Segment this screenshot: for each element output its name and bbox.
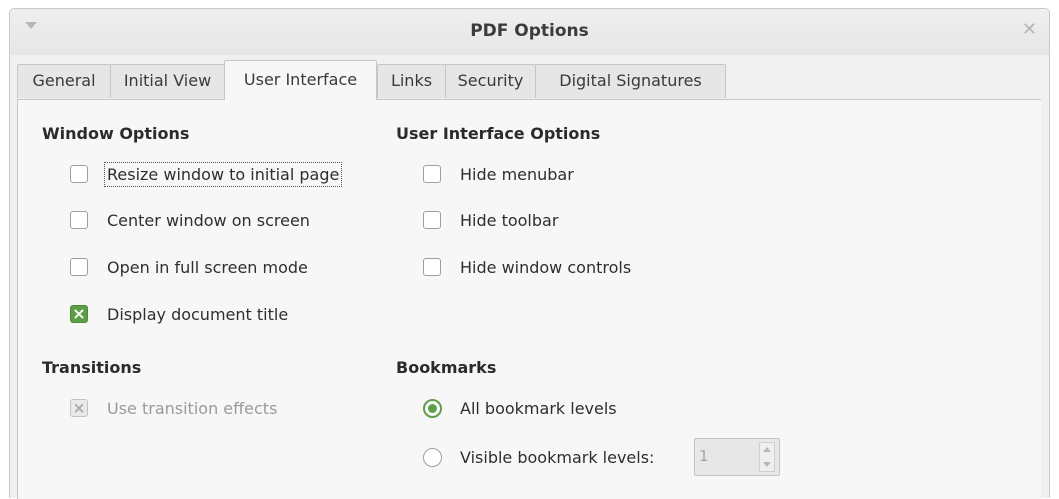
resize-window-checkbox[interactable]: [70, 165, 88, 183]
transition-effects-label: Use transition effects: [107, 399, 278, 418]
ui-options-heading: User Interface Options: [396, 124, 601, 143]
center-window-checkbox[interactable]: [70, 211, 88, 229]
title-bar[interactable]: PDF Options ✕: [10, 9, 1049, 55]
close-icon[interactable]: ✕: [1022, 19, 1037, 41]
hide-menubar-checkbox[interactable]: [423, 165, 441, 183]
user-interface-panel: [17, 99, 1041, 499]
tab-general[interactable]: General: [17, 64, 111, 98]
full-screen-checkbox[interactable]: [70, 258, 88, 276]
tab-initial-view[interactable]: Initial View: [110, 64, 225, 98]
transitions-heading: Transitions: [42, 358, 142, 377]
transition-effects-checkbox: [70, 397, 88, 419]
hide-menubar-label[interactable]: Hide menubar: [460, 163, 574, 187]
display-title-label[interactable]: Display document title: [107, 303, 288, 327]
tab-security[interactable]: Security: [445, 64, 536, 98]
window-options-heading: Window Options: [42, 124, 190, 143]
resize-window-label[interactable]: Resize window to initial page: [103, 162, 343, 187]
hide-toolbar-checkbox[interactable]: [423, 211, 441, 229]
hide-toolbar-label[interactable]: Hide toolbar: [460, 209, 558, 233]
all-bookmark-levels-radio[interactable]: [423, 399, 442, 418]
display-title-checkbox[interactable]: [70, 303, 88, 325]
tab-links[interactable]: Links: [377, 64, 446, 98]
dialog-title: PDF Options: [470, 21, 589, 41]
hide-window-controls-label[interactable]: Hide window controls: [460, 256, 631, 280]
bookmarks-heading: Bookmarks: [396, 358, 497, 377]
spin-buttons: [759, 442, 775, 472]
hide-window-controls-checkbox[interactable]: [423, 258, 441, 276]
visible-bookmark-levels-radio[interactable]: [423, 448, 442, 467]
center-window-label[interactable]: Center window on screen: [107, 209, 310, 233]
visible-levels-spinbox: 1: [694, 438, 780, 476]
full-screen-label[interactable]: Open in full screen mode: [107, 256, 308, 280]
spin-up-icon: [763, 447, 771, 452]
tab-user-interface[interactable]: User Interface: [224, 60, 377, 100]
visible-levels-value: 1: [699, 447, 709, 465]
visible-bookmark-levels-label[interactable]: Visible bookmark levels:: [460, 446, 654, 470]
all-bookmark-levels-label[interactable]: All bookmark levels: [460, 397, 617, 421]
spin-down-icon: [763, 462, 771, 467]
tab-digital-signatures[interactable]: Digital Signatures: [535, 64, 726, 98]
